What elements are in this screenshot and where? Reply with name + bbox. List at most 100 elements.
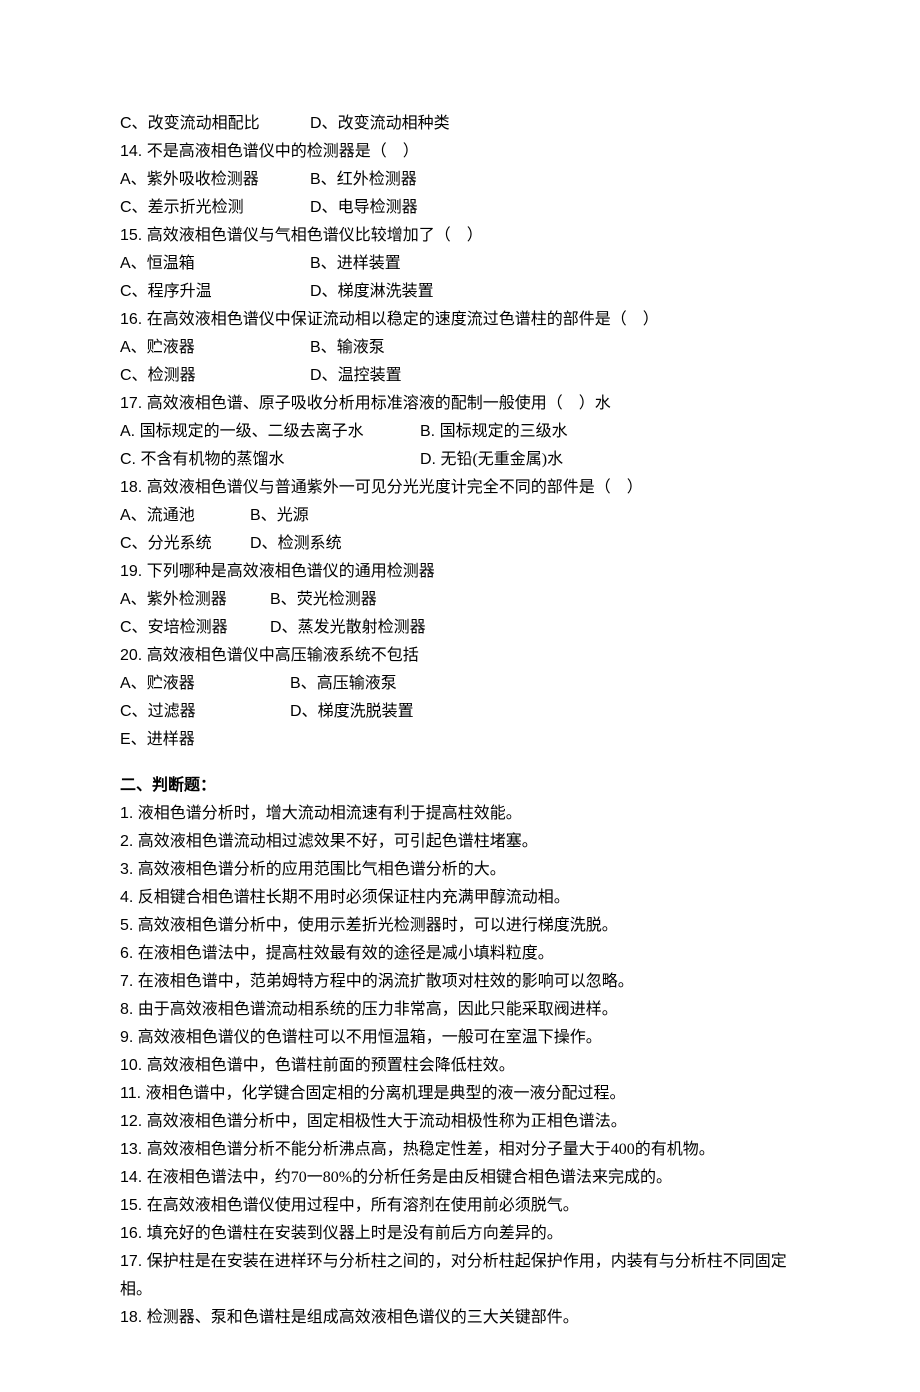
tf-item-number: 9. (120, 1029, 138, 1046)
mc-option-text: 进样器 (147, 731, 195, 748)
mc-option-text: 恒温箱 (147, 255, 195, 272)
mc-option-text: 进样装置 (337, 255, 401, 272)
tf-item: 11. 液相色谱中，化学键合固定相的分离机理是典型的液一液分配过程。 (120, 1080, 800, 1108)
mc-option-text: 不含有机物的蒸馏水 (140, 451, 284, 468)
mc-option: A、贮液器 (120, 670, 290, 698)
mc-option: D、蒸发光散射检测器 (270, 614, 460, 642)
mc-question-number: 16. (120, 311, 147, 328)
mc-option-row: A. 国标规定的一级、二级去离子水 B. 国标规定的三级水 (120, 418, 800, 446)
mc-question-stem: 20. 高效液相色谱仪中高压输液系统不包括 (120, 642, 800, 670)
mc-option-text: 差示折光检测 (148, 199, 244, 216)
mc-option: B. 国标规定的三级水 (420, 418, 620, 446)
tf-item-number: 11. (120, 1085, 146, 1102)
mc-option-label: A、 (120, 339, 147, 356)
tf-item-text: 高效液相色谱中，色谱柱前面的预置柱会降低柱效。 (147, 1057, 515, 1074)
mc-option: D、改变流动相种类 (310, 110, 500, 138)
tf-item-number: 15. (120, 1197, 147, 1214)
mc-option-label: C、 (120, 199, 148, 216)
mc-option: C、改变流动相配比 (120, 110, 310, 138)
mc-option: B、进样装置 (310, 250, 500, 278)
mc-option-text: 国标规定的三级水 (440, 423, 568, 440)
mc-option: B、高压输液泵 (290, 670, 460, 698)
tf-item-number: 3. (120, 861, 138, 878)
mc-option-text: 紫外吸收检测器 (147, 171, 259, 188)
mc-question-stem: 16. 在高效液相色谱仪中保证流动相以稳定的速度流过色谱柱的部件是（ ） (120, 306, 800, 334)
mc-option-label: C、 (120, 619, 148, 636)
mc-option-label: A、 (120, 591, 147, 608)
mc-option-label: D、 (270, 619, 298, 636)
mc-option: B、输液泵 (310, 334, 500, 362)
tf-item-number: 17. (120, 1253, 147, 1270)
mc-option-label: A、 (120, 507, 147, 524)
mc-option-text: 红外检测器 (337, 171, 417, 188)
mc-option: B、荧光检测器 (270, 586, 420, 614)
tf-item-number: 16. (120, 1225, 147, 1242)
mc-option-text: 光源 (277, 507, 309, 524)
mc-option: C、差示折光检测 (120, 194, 310, 222)
mc-question-text: 高效液相色谱、原子吸收分析用标准溶液的配制一般使用（ ）水 (147, 395, 611, 412)
tf-item: 3. 高效液相色谱分析的应用范围比气相色谱分析的大。 (120, 856, 800, 884)
mc-question-number: 18. (120, 479, 147, 496)
mc-option-text: 温控装置 (338, 367, 402, 384)
mc-option-row: C、安培检测器 D、蒸发光散射检测器 (120, 614, 800, 642)
mc-question-stem: 19. 下列哪种是高效液相色谱仪的通用检测器 (120, 558, 800, 586)
mc-option-label: B、 (270, 591, 297, 608)
mc-option-row: A、紫外吸收检测器B、红外检测器 (120, 166, 800, 194)
mc-option-label: C. (120, 451, 140, 468)
tf-item: 12. 高效液相色谱分析中，固定相极性大于流动相极性称为正相色谱法。 (120, 1108, 800, 1136)
mc-option-text: 输液泵 (337, 339, 385, 356)
mc-option: C、检测器 (120, 362, 310, 390)
mc-option-row: A、恒温箱B、进样装置 (120, 250, 800, 278)
tf-item-text: 在液相色谱中，范弟姆特方程中的涡流扩散项对柱效的影响可以忽略。 (138, 973, 634, 990)
tf-item-number: 14. (120, 1169, 147, 1186)
tf-item-number: 5. (120, 917, 138, 934)
mc-option-row: A、紫外检测器B、荧光检测器 (120, 586, 800, 614)
tf-item-text: 高效液相色谱流动相过滤效果不好，可引起色谱柱堵塞。 (138, 833, 538, 850)
mc-option-label: A. (120, 423, 140, 440)
tf-item-number: 1. (120, 805, 138, 822)
mc-question-number: 20. (120, 647, 147, 664)
mc-option: A、恒温箱 (120, 250, 310, 278)
mc-option: C、分光系统 (120, 530, 250, 558)
mc-option-label: D、 (310, 367, 338, 384)
mc-option-row: C、改变流动相配比D、改变流动相种类 (120, 110, 800, 138)
mc-option-label: B、 (250, 507, 277, 524)
tf-item-text: 在液相色谱法中，约70一80%的分析任务是由反相键合相色谱法来完成的。 (147, 1169, 672, 1186)
tf-item: 5. 高效液相色谱分析中，使用示差折光检测器时，可以进行梯度洗脱。 (120, 912, 800, 940)
mc-option-text: 改变流动相配比 (148, 115, 260, 132)
mc-question-stem: 18. 高效液相色谱仪与普通紫外一可见分光光度计完全不同的部件是（ ） (120, 474, 800, 502)
mc-option: A、贮液器 (120, 334, 310, 362)
mc-option-label: A、 (120, 675, 147, 692)
tf-section: 1. 液相色谱分析时，增大流动相流速有利于提高柱效能。2. 高效液相色谱流动相过… (120, 800, 800, 1332)
mc-option-label: A、 (120, 171, 147, 188)
mc-option: A. 国标规定的一级、二级去离子水 (120, 418, 420, 446)
mc-question-number: 17. (120, 395, 147, 412)
tf-item-text: 液相色谱中，化学键合固定相的分离机理是典型的液一液分配过程。 (146, 1085, 626, 1102)
mc-option-text: 安培检测器 (148, 619, 228, 636)
tf-item-text: 高效液相色谱仪的色谱柱可以不用恒温箱，一般可在室温下操作。 (138, 1029, 602, 1046)
tf-item: 6. 在液相色谱法中，提高柱效最有效的途径是减小填料粒度。 (120, 940, 800, 968)
tf-item: 2. 高效液相色谱流动相过滤效果不好，可引起色谱柱堵塞。 (120, 828, 800, 856)
tf-item-text: 检测器、泵和色谱柱是组成高效液相色谱仪的三大关键部件。 (147, 1309, 579, 1326)
mc-option-label: B、 (310, 255, 337, 272)
tf-item: 4. 反相键合相色谱柱长期不用时必须保证柱内充满甲醇流动相。 (120, 884, 800, 912)
mc-option: C. 不含有机物的蒸馏水 (120, 446, 420, 474)
mc-option: A、紫外检测器 (120, 586, 270, 614)
mc-option-text: 紫外检测器 (147, 591, 227, 608)
mc-option-label: D、 (310, 115, 338, 132)
mc-option-label: D、 (250, 535, 278, 552)
tf-item-text: 高效液相色谱分析的应用范围比气相色谱分析的大。 (138, 861, 506, 878)
mc-option-label: C、 (120, 535, 148, 552)
mc-option-label: B. (420, 423, 440, 440)
tf-item-number: 4. (120, 889, 138, 906)
mc-option-text: 高压输液泵 (317, 675, 397, 692)
mc-option-row: A、流通池B、光源 (120, 502, 800, 530)
mc-option-label: A、 (120, 255, 147, 272)
tf-item-text: 由于高效液相色谱流动相系统的压力非常高，因此只能采取阀进样。 (138, 1001, 618, 1018)
mc-option-text: 无铅(无重金属)水 (440, 451, 563, 468)
mc-option-text: 梯度淋洗装置 (338, 283, 434, 300)
mc-option-text: 国标规定的一级、二级去离子水 (140, 423, 368, 440)
mc-option-text: 分光系统 (148, 535, 212, 552)
tf-item-number: 7. (120, 973, 138, 990)
tf-item-text: 保护柱是在安装在进样环与分析柱之间的，对分析柱起保护作用，内装有与分析柱不同固定… (120, 1253, 787, 1298)
